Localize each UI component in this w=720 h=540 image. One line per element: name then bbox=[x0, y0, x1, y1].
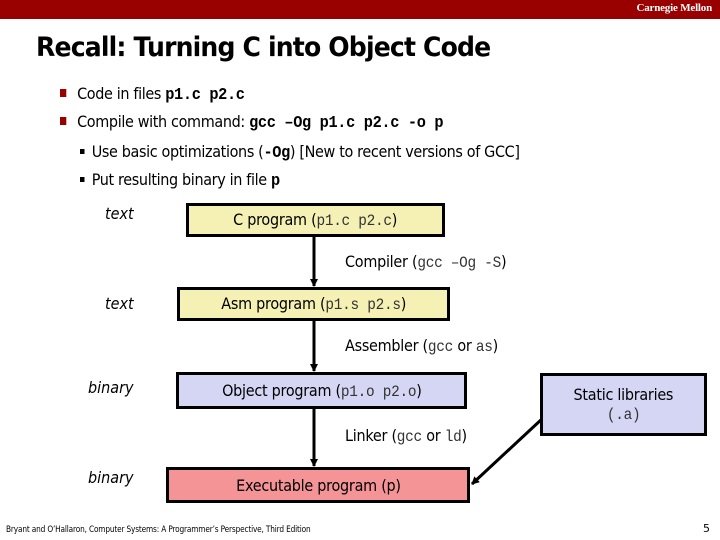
asm-program-box: Asm program (p1.s p2.s) bbox=[177, 287, 450, 321]
linker-step-label: Linker (gcc or ld) bbox=[345, 426, 467, 446]
static-libraries-box: Static libraries (.a) bbox=[540, 373, 707, 436]
compiler-step-label: Compiler (gcc –Og -S) bbox=[345, 252, 507, 272]
arrow-static-libs bbox=[470, 416, 545, 486]
object-program-box: Object program (p1.o p2.o) bbox=[176, 372, 467, 409]
executable-program-box: Executable program (p) bbox=[166, 467, 470, 503]
footer-citation: Bryant and O’Hallaron, Computer Systems:… bbox=[6, 525, 311, 535]
assembler-step-label: Assembler (gcc or as) bbox=[345, 336, 498, 356]
c-program-box: C program (p1.c p2.c) bbox=[186, 203, 445, 237]
page-number: 5 bbox=[703, 522, 710, 535]
